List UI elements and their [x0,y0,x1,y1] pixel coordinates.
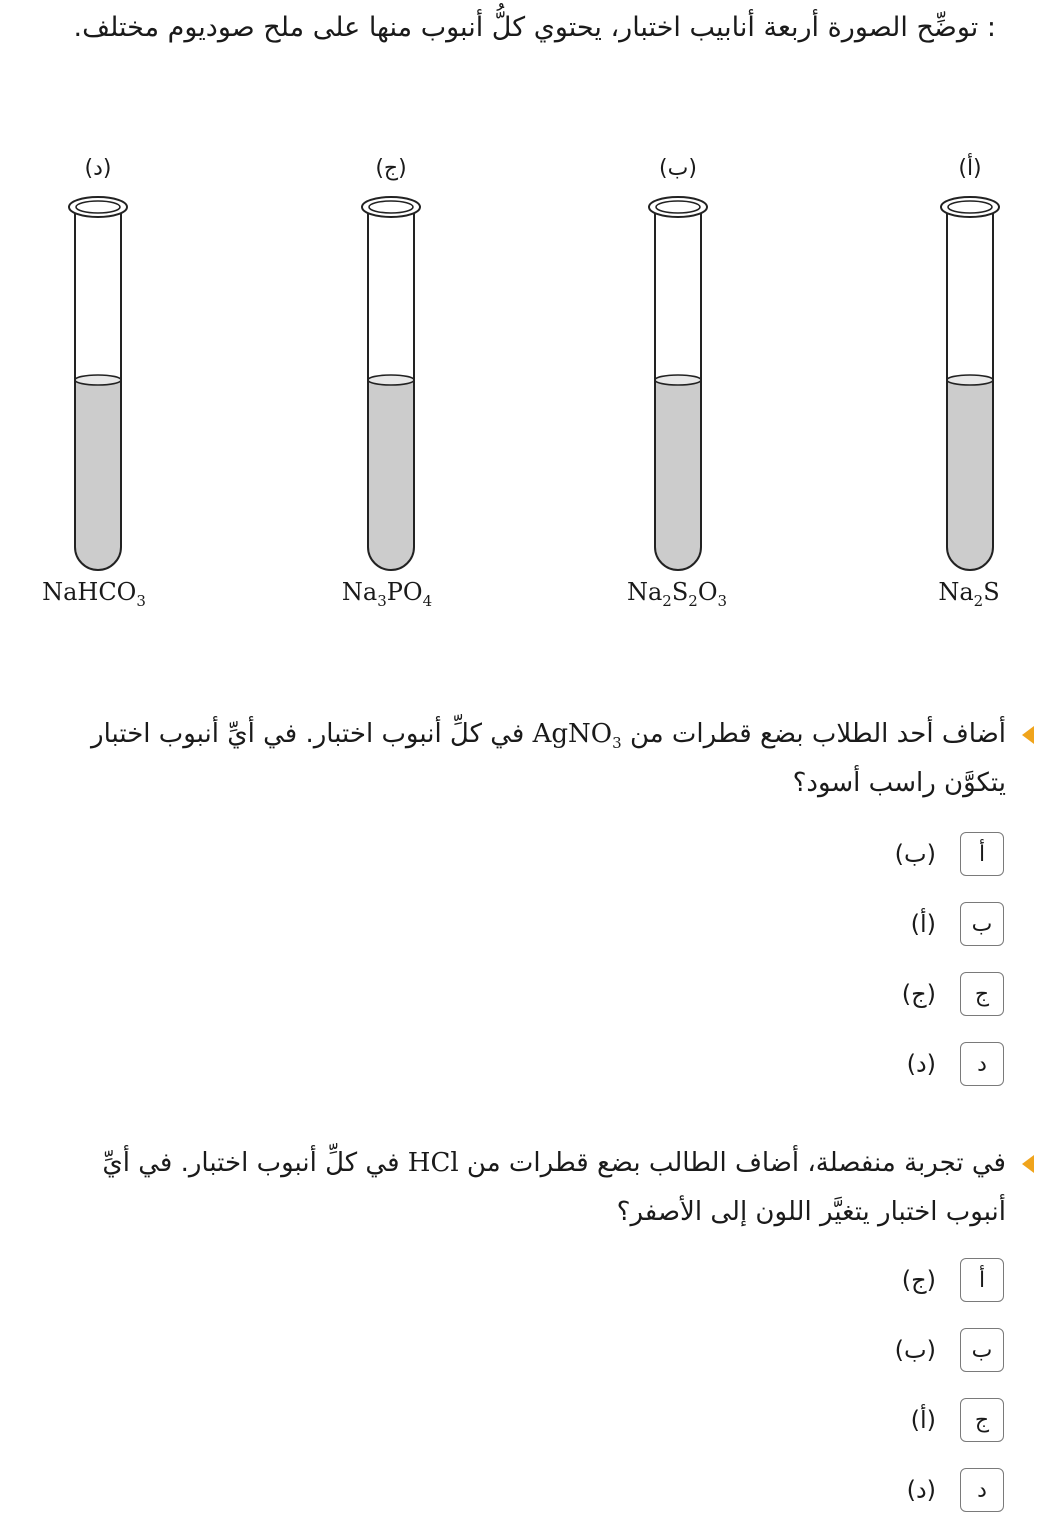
formula-c: Na3PO4 [341,578,433,610]
q2-option-d-text: (د) [906,1476,936,1504]
tube-rim-a [940,196,1000,218]
q1-option-d-letter: د [960,1042,1004,1086]
q1-option-b-letter: ب [960,902,1004,946]
q2-option-c[interactable]: ج (أ) [911,1396,1004,1444]
q2-option-a[interactable]: أ (ج) [902,1256,1004,1304]
test-tube-c [361,196,421,571]
tube-rim-d [68,196,128,218]
q1-option-a-text: (ب) [894,840,936,868]
formula-b: Na2S2O3 [626,578,728,610]
q1-option-c[interactable]: ج (ج) [902,970,1004,1018]
tube-rim-b [648,196,708,218]
question-1-marker-icon [1022,726,1034,744]
q2-option-b-text: (ب) [894,1336,936,1364]
meniscus-b [654,374,702,386]
q2-option-a-letter: أ [960,1258,1004,1302]
question-1-text: أضاف أحد الطلاب بضع قطرات من AgNO3 في كل… [91,719,1006,799]
q2-option-d-letter: د [960,1468,1004,1512]
q1-option-c-text: (ج) [901,980,936,1008]
q2-option-c-letter: ج [960,1398,1004,1442]
question-2-marker-icon [1022,1155,1034,1173]
tube-label-c: (ج) [375,156,407,181]
meniscus-c [367,374,415,386]
q2-option-c-text: (أ) [910,1406,936,1434]
meniscus-a [946,374,994,386]
meniscus-d [74,374,122,386]
q1-option-a[interactable]: أ (ب) [895,830,1004,878]
test-tube-b [648,196,708,571]
q2-option-b-letter: ب [960,1328,1004,1372]
q2-option-d[interactable]: د (د) [907,1466,1004,1514]
q2-option-b[interactable]: ب (ب) [895,1326,1004,1374]
liquid-c [368,380,414,570]
q1-option-a-letter: أ [960,832,1004,876]
liquid-a [947,380,993,570]
q1-option-d-text: (د) [906,1050,936,1078]
formula-d: NaHCO3 [42,578,146,610]
q1-option-c-letter: ج [960,972,1004,1016]
tube-label-b: (ب) [659,156,697,181]
q1-option-b-text: (أ) [910,910,936,938]
q2-option-a-text: (ج) [901,1266,936,1294]
question-2-text: في تجربة منفصلة، أضاف الطالب بضع قطرات م… [102,1148,1006,1228]
tube-rim-c [361,196,421,218]
tube-label-a: (أ) [958,156,982,181]
liquid-d [75,380,121,570]
formula-a: Na2S [938,578,1000,610]
test-tube-d [68,196,128,571]
liquid-b [655,380,701,570]
test-tube-a [940,196,1000,571]
test-tubes-figure [68,196,1000,571]
q1-option-b[interactable]: ب (أ) [911,900,1004,948]
q1-option-d[interactable]: د (د) [907,1040,1004,1088]
tube-label-d: (د) [84,156,112,181]
